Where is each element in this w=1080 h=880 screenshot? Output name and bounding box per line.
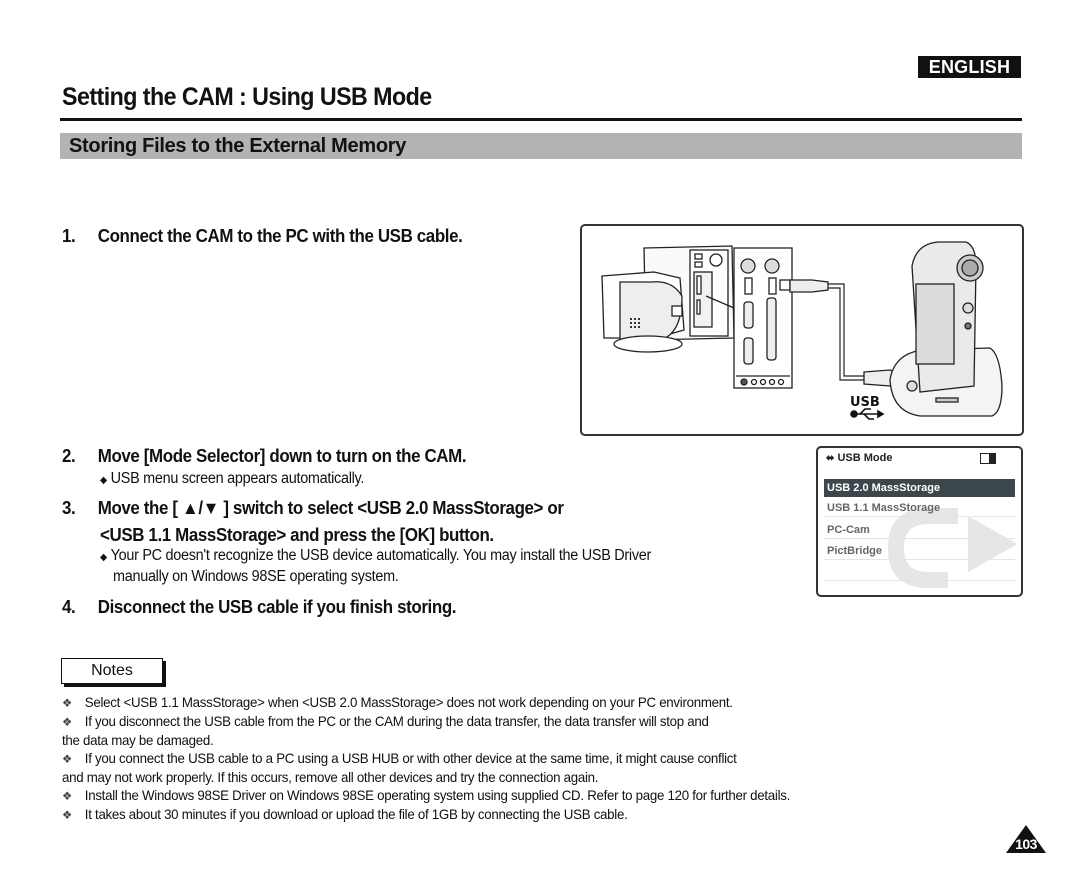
usb-label: USB bbox=[850, 395, 880, 410]
diamond-bullet-icon: ◆ bbox=[100, 475, 107, 486]
note-item: ❖ Select <USB 1.1 MassStorage> when <USB … bbox=[62, 694, 733, 710]
lcd-header: ⬌ USB Mode bbox=[826, 452, 892, 464]
lcd-menu-item[interactable]: USB 2.0 MassStorage bbox=[824, 479, 1015, 497]
usb-icon bbox=[850, 408, 885, 420]
lcd-menu-item[interactable]: USB 1.1 MassStorage bbox=[824, 499, 1015, 517]
lcd-menu-item[interactable]: PC-Cam bbox=[824, 521, 1015, 539]
step-text-line1: Move the [ ▲/▼ ] switch to select <USB 2… bbox=[97, 498, 564, 518]
step-text: Move [Mode Selector] down to turn on the… bbox=[97, 446, 467, 466]
title-divider bbox=[60, 118, 1022, 121]
usb-mode-lcd-screen: ⬌ USB Mode USB 2.0 MassStorage USB 1.1 M… bbox=[816, 446, 1023, 597]
lcd-title: USB Mode bbox=[837, 452, 893, 464]
step-number: 2. bbox=[62, 446, 76, 466]
step-3-note: ◆ Your PC doesn't recognize the USB devi… bbox=[100, 547, 652, 564]
battery-icon bbox=[980, 453, 996, 464]
notes-label: Notes bbox=[61, 658, 163, 684]
page-number-badge: 103 bbox=[1006, 825, 1046, 853]
step-number: 3. bbox=[62, 498, 76, 518]
step-text: Disconnect the USB cable if you finish s… bbox=[97, 597, 457, 617]
page-title: Setting the CAM : Using USB Mode bbox=[62, 83, 432, 111]
step-text: Connect the CAM to the PC with the USB c… bbox=[97, 226, 463, 246]
pc-camera-diagram: USB bbox=[601, 241, 1003, 420]
lcd-menu-item-empty bbox=[824, 563, 1015, 581]
step-2-note: ◆ USB menu screen appears automatically. bbox=[100, 470, 365, 487]
page-number: 103 bbox=[1015, 836, 1037, 852]
note-item: ❖ It takes about 30 minutes if you downlo… bbox=[62, 806, 628, 822]
section-header: Storing Files to the External Memory bbox=[60, 133, 1022, 159]
note-bullet-icon: ❖ bbox=[62, 752, 72, 766]
step-number: 1. bbox=[62, 226, 76, 246]
language-badge: ENGLISH bbox=[918, 56, 1021, 78]
monitor-icon bbox=[601, 271, 685, 353]
step-2: 2. Move [Mode Selector] down to turn on t… bbox=[62, 446, 467, 467]
note-bullet-icon: ❖ bbox=[62, 715, 72, 729]
step-1: 1. Connect the CAM to the PC with the USB… bbox=[62, 226, 463, 247]
step-3-note-line2: manually on Windows 98SE operating syste… bbox=[113, 568, 399, 585]
connection-illustration: USB bbox=[580, 224, 1024, 436]
note-item: ❖ If you disconnect the USB cable from th… bbox=[62, 713, 709, 729]
diamond-bullet-icon: ◆ bbox=[100, 552, 107, 563]
note-item: ❖ If you connect the USB cable to a PC us… bbox=[62, 750, 737, 766]
lcd-menu-item[interactable]: PictBridge bbox=[824, 542, 1015, 560]
usb-cable-icon bbox=[779, 279, 901, 387]
step-number: 4. bbox=[62, 597, 76, 617]
step-3-line2: <USB 1.1 MassStorage> and press the [OK]… bbox=[100, 525, 494, 545]
camera-icon bbox=[889, 241, 1003, 417]
pc-back-panel-icon bbox=[733, 247, 793, 389]
step-4: 4. Disconnect the USB cable if you finish… bbox=[62, 597, 456, 618]
step-3: 3. Move the [ ▲/▼ ] switch to select <USB… bbox=[62, 498, 564, 519]
notes-list: ❖ Select <USB 1.1 MassStorage> when <USB … bbox=[62, 694, 791, 822]
note-bullet-icon: ❖ bbox=[62, 808, 72, 822]
note-item: ❖ Install the Windows 98SE Driver on Wind… bbox=[62, 787, 791, 803]
note-bullet-icon: ❖ bbox=[62, 696, 72, 710]
section-title: Storing Files to the External Memory bbox=[69, 135, 407, 157]
usb-icon: ⬌ bbox=[826, 453, 835, 464]
note-bullet-icon: ❖ bbox=[62, 789, 72, 803]
